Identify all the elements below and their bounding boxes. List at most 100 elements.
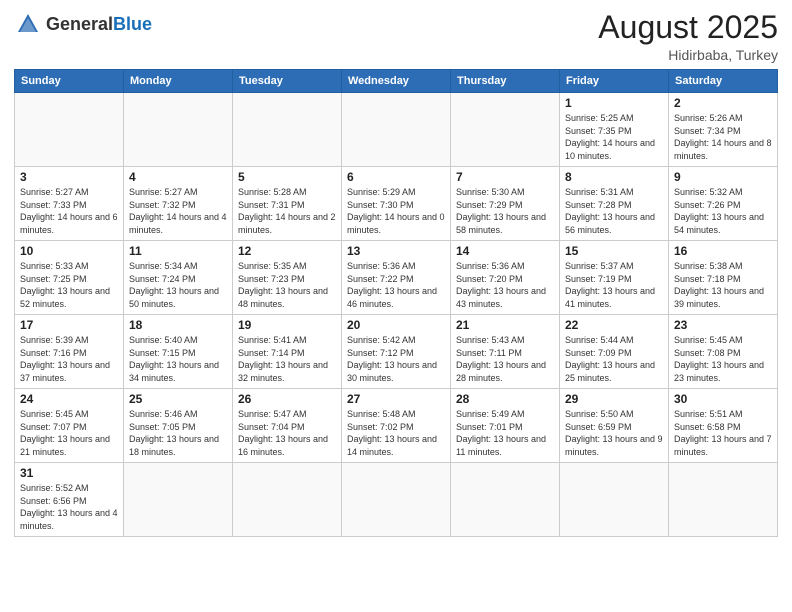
- day-info: Sunrise: 5:39 AM Sunset: 7:16 PM Dayligh…: [20, 334, 118, 384]
- day-number: 22: [565, 318, 663, 332]
- calendar-cell: 29Sunrise: 5:50 AM Sunset: 6:59 PM Dayli…: [560, 389, 669, 463]
- calendar-cell: 6Sunrise: 5:29 AM Sunset: 7:30 PM Daylig…: [342, 167, 451, 241]
- day-number: 13: [347, 244, 445, 258]
- calendar: SundayMondayTuesdayWednesdayThursdayFrid…: [14, 69, 778, 537]
- day-info: Sunrise: 5:38 AM Sunset: 7:18 PM Dayligh…: [674, 260, 772, 310]
- calendar-cell: 2 Sunrise: 5:26 AM Sunset: 7:34 PM Daylig…: [669, 93, 778, 167]
- day-info: Sunrise: 5:41 AM Sunset: 7:14 PM Dayligh…: [238, 334, 336, 384]
- calendar-cell: 10 Sunrise: 5:33 AM Sunset: 7:25 PM Dayli…: [15, 241, 124, 315]
- day-number: 18: [129, 318, 227, 332]
- calendar-cell: 4Sunrise: 5:27 AM Sunset: 7:32 PM Daylig…: [124, 167, 233, 241]
- day-info: Sunrise: 5:45 AM Sunset: 7:07 PM Dayligh…: [20, 408, 118, 458]
- calendar-cell: 28 Sunrise: 5:49 AM Sunset: 7:01 PM Dayli…: [451, 389, 560, 463]
- week-row-1: 1Sunrise: 5:25 AM Sunset: 7:35 PM Daylig…: [15, 93, 778, 167]
- day-info: Sunrise: 5:46 AM Sunset: 7:05 PM Dayligh…: [129, 408, 227, 458]
- day-number: 19: [238, 318, 336, 332]
- logo-text: GeneralBlue: [46, 15, 152, 33]
- header: GeneralBlue August 2025 Hidirbaba, Turke…: [14, 10, 778, 63]
- day-number: 25: [129, 392, 227, 406]
- calendar-cell: 5 Sunrise: 5:28 AM Sunset: 7:31 PM Daylig…: [233, 167, 342, 241]
- week-row-2: 3 Sunrise: 5:27 AM Sunset: 7:33 PM Daylig…: [15, 167, 778, 241]
- day-info: Sunrise: 5:30 AM Sunset: 7:29 PM Dayligh…: [456, 186, 554, 236]
- day-info: Sunrise: 5:37 AM Sunset: 7:19 PM Dayligh…: [565, 260, 663, 310]
- calendar-cell: [560, 463, 669, 537]
- calendar-cell: [669, 463, 778, 537]
- day-number: 10: [20, 244, 118, 258]
- calendar-cell: 26 Sunrise: 5:47 AM Sunset: 7:04 PM Dayli…: [233, 389, 342, 463]
- day-number: 26: [238, 392, 336, 406]
- calendar-cell: [124, 93, 233, 167]
- calendar-cell: 31Sunrise: 5:52 AM Sunset: 6:56 PM Dayli…: [15, 463, 124, 537]
- calendar-cell: 27Sunrise: 5:48 AM Sunset: 7:02 PM Dayli…: [342, 389, 451, 463]
- day-info: Sunrise: 5:26 AM Sunset: 7:34 PM Dayligh…: [674, 112, 772, 162]
- location: Hidirbaba, Turkey: [598, 47, 778, 63]
- calendar-cell: 22 Sunrise: 5:44 AM Sunset: 7:09 PM Dayli…: [560, 315, 669, 389]
- title-block: August 2025 Hidirbaba, Turkey: [598, 10, 778, 63]
- calendar-cell: 3 Sunrise: 5:27 AM Sunset: 7:33 PM Daylig…: [15, 167, 124, 241]
- calendar-cell: 19 Sunrise: 5:41 AM Sunset: 7:14 PM Dayli…: [233, 315, 342, 389]
- weekday-monday: Monday: [124, 70, 233, 93]
- weekday-thursday: Thursday: [451, 70, 560, 93]
- week-row-6: 31Sunrise: 5:52 AM Sunset: 6:56 PM Dayli…: [15, 463, 778, 537]
- day-info: Sunrise: 5:48 AM Sunset: 7:02 PM Dayligh…: [347, 408, 445, 458]
- day-info: Sunrise: 5:29 AM Sunset: 7:30 PM Dayligh…: [347, 186, 445, 236]
- weekday-tuesday: Tuesday: [233, 70, 342, 93]
- day-info: Sunrise: 5:35 AM Sunset: 7:23 PM Dayligh…: [238, 260, 336, 310]
- calendar-cell: [15, 93, 124, 167]
- calendar-cell: 23Sunrise: 5:45 AM Sunset: 7:08 PM Dayli…: [669, 315, 778, 389]
- day-number: 8: [565, 170, 663, 184]
- calendar-cell: 30Sunrise: 5:51 AM Sunset: 6:58 PM Dayli…: [669, 389, 778, 463]
- day-number: 20: [347, 318, 445, 332]
- calendar-cell: 21Sunrise: 5:43 AM Sunset: 7:11 PM Dayli…: [451, 315, 560, 389]
- day-number: 21: [456, 318, 554, 332]
- day-number: 12: [238, 244, 336, 258]
- weekday-sunday: Sunday: [15, 70, 124, 93]
- calendar-cell: 20Sunrise: 5:42 AM Sunset: 7:12 PM Dayli…: [342, 315, 451, 389]
- day-info: Sunrise: 5:44 AM Sunset: 7:09 PM Dayligh…: [565, 334, 663, 384]
- calendar-cell: [342, 93, 451, 167]
- weekday-friday: Friday: [560, 70, 669, 93]
- day-number: 14: [456, 244, 554, 258]
- day-info: Sunrise: 5:36 AM Sunset: 7:22 PM Dayligh…: [347, 260, 445, 310]
- day-number: 3: [20, 170, 118, 184]
- day-info: Sunrise: 5:34 AM Sunset: 7:24 PM Dayligh…: [129, 260, 227, 310]
- calendar-cell: [124, 463, 233, 537]
- calendar-cell: 12 Sunrise: 5:35 AM Sunset: 7:23 PM Dayli…: [233, 241, 342, 315]
- month-title: August 2025: [598, 10, 778, 45]
- day-number: 29: [565, 392, 663, 406]
- day-number: 1: [565, 96, 663, 110]
- day-number: 7: [456, 170, 554, 184]
- calendar-cell: [233, 463, 342, 537]
- weekday-saturday: Saturday: [669, 70, 778, 93]
- week-row-3: 10 Sunrise: 5:33 AM Sunset: 7:25 PM Dayli…: [15, 241, 778, 315]
- day-info: Sunrise: 5:49 AM Sunset: 7:01 PM Dayligh…: [456, 408, 554, 458]
- day-info: Sunrise: 5:27 AM Sunset: 7:33 PM Dayligh…: [20, 186, 118, 236]
- day-info: Sunrise: 5:31 AM Sunset: 7:28 PM Dayligh…: [565, 186, 663, 236]
- logo-blue: Blue: [113, 14, 152, 34]
- calendar-cell: [342, 463, 451, 537]
- day-info: Sunrise: 5:40 AM Sunset: 7:15 PM Dayligh…: [129, 334, 227, 384]
- day-number: 28: [456, 392, 554, 406]
- day-number: 5: [238, 170, 336, 184]
- day-number: 11: [129, 244, 227, 258]
- calendar-cell: 16 Sunrise: 5:38 AM Sunset: 7:18 PM Dayli…: [669, 241, 778, 315]
- day-number: 2: [674, 96, 772, 110]
- day-info: Sunrise: 5:28 AM Sunset: 7:31 PM Dayligh…: [238, 186, 336, 236]
- calendar-cell: 13 Sunrise: 5:36 AM Sunset: 7:22 PM Dayli…: [342, 241, 451, 315]
- day-info: Sunrise: 5:33 AM Sunset: 7:25 PM Dayligh…: [20, 260, 118, 310]
- day-number: 23: [674, 318, 772, 332]
- calendar-cell: 18 Sunrise: 5:40 AM Sunset: 7:15 PM Dayli…: [124, 315, 233, 389]
- calendar-cell: 7 Sunrise: 5:30 AM Sunset: 7:29 PM Daylig…: [451, 167, 560, 241]
- day-info: Sunrise: 5:47 AM Sunset: 7:04 PM Dayligh…: [238, 408, 336, 458]
- calendar-cell: 17Sunrise: 5:39 AM Sunset: 7:16 PM Dayli…: [15, 315, 124, 389]
- calendar-cell: [451, 93, 560, 167]
- weekday-wednesday: Wednesday: [342, 70, 451, 93]
- day-info: Sunrise: 5:52 AM Sunset: 6:56 PM Dayligh…: [20, 482, 118, 532]
- calendar-cell: [233, 93, 342, 167]
- day-info: Sunrise: 5:51 AM Sunset: 6:58 PM Dayligh…: [674, 408, 772, 458]
- day-info: Sunrise: 5:32 AM Sunset: 7:26 PM Dayligh…: [674, 186, 772, 236]
- calendar-cell: 1Sunrise: 5:25 AM Sunset: 7:35 PM Daylig…: [560, 93, 669, 167]
- logo-general: General: [46, 14, 113, 34]
- day-number: 16: [674, 244, 772, 258]
- calendar-cell: 25 Sunrise: 5:46 AM Sunset: 7:05 PM Dayli…: [124, 389, 233, 463]
